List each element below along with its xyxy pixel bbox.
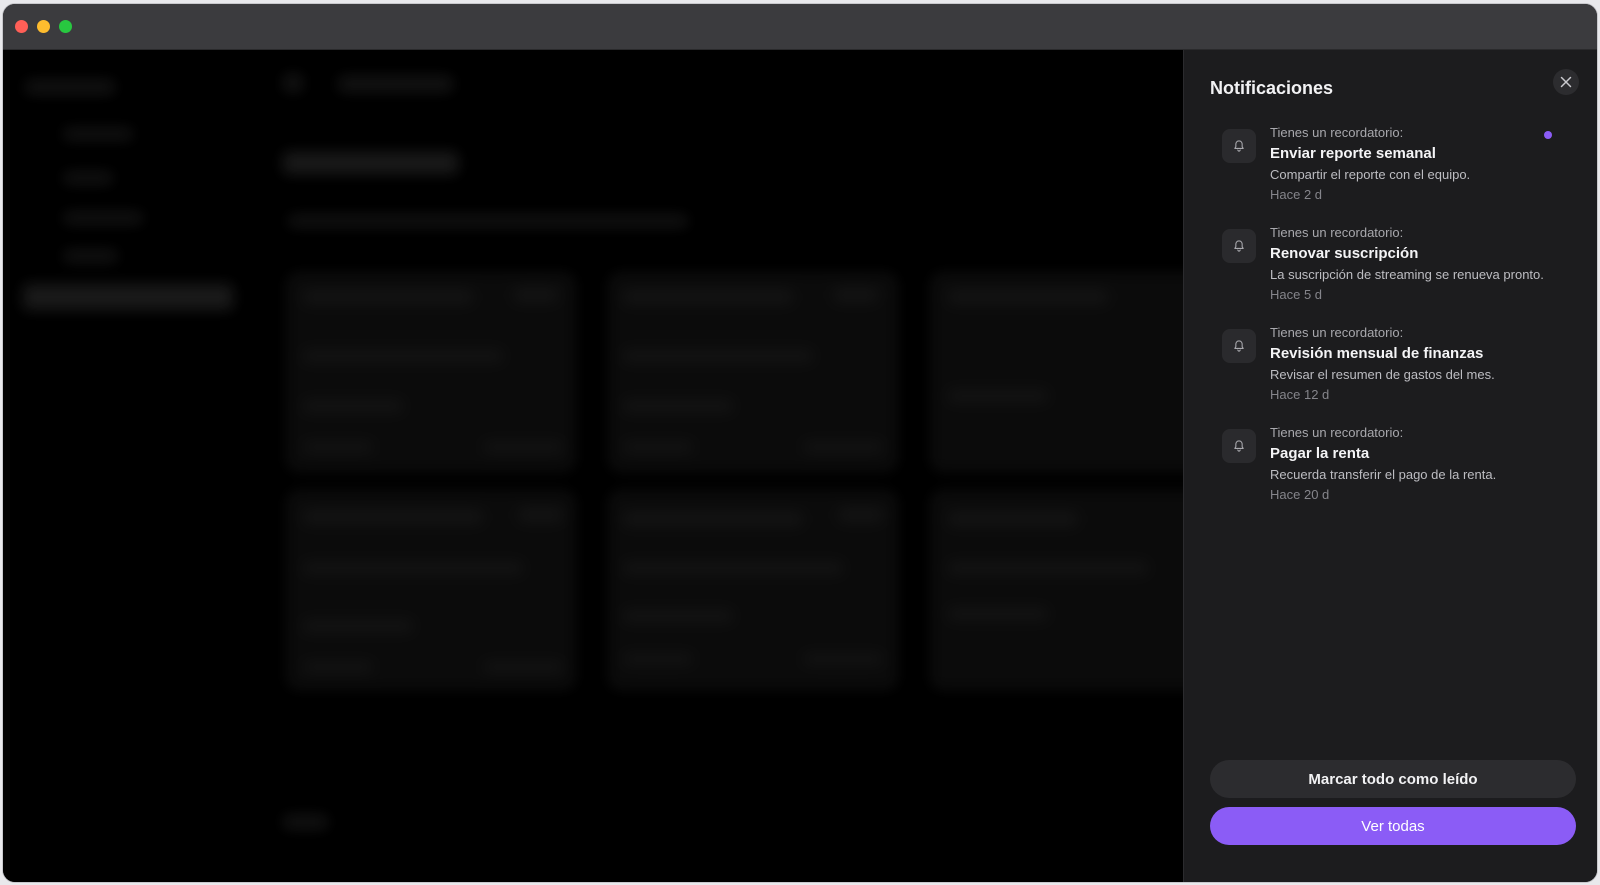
mark-all-read-button[interactable]: Marcar todo como leído — [1210, 760, 1576, 798]
notification-time: Hace 20 d — [1270, 487, 1330, 502]
view-all-button[interactable]: Ver todas — [1210, 807, 1576, 845]
close-icon — [1560, 76, 1572, 88]
unread-indicator — [1544, 131, 1552, 139]
notification-title: Pagar la renta — [1270, 445, 1370, 462]
notification-icon-box — [1222, 229, 1256, 263]
notification-time: Hace 12 d — [1270, 387, 1330, 402]
notification-item[interactable]: Tienes un recordatorio: Renovar suscripc… — [1222, 225, 1582, 311]
panel-title: Notificaciones — [1210, 78, 1334, 98]
notification-prefix: Tienes un recordatorio: — [1270, 225, 1404, 240]
app-window: Notificaciones Tienes un recordatorio: E… — [3, 4, 1597, 882]
notifications-panel: Notificaciones Tienes un recordatorio: E… — [1183, 50, 1597, 882]
notification-time: Hace 2 d — [1270, 187, 1323, 202]
notification-title: Revisión mensual de finanzas — [1270, 345, 1484, 362]
notification-icon-box — [1222, 329, 1256, 363]
window-minimize-button[interactable] — [37, 20, 50, 33]
notification-title: Renovar suscripción — [1270, 245, 1419, 262]
notification-body: Revisar el resumen de gastos del mes. — [1270, 367, 1495, 382]
notification-item[interactable]: Tienes un recordatorio: Revisión mensual… — [1222, 325, 1582, 411]
bell-icon — [1234, 140, 1244, 152]
bell-icon — [1234, 240, 1244, 252]
notification-body: Compartir el reporte con el equipo. — [1270, 167, 1471, 182]
notification-item[interactable]: Tienes un recordatorio: Enviar reporte s… — [1222, 125, 1582, 211]
notification-body: La suscripción de streaming se renueva p… — [1270, 267, 1544, 282]
notification-prefix: Tienes un recordatorio: — [1270, 125, 1404, 140]
notification-item[interactable]: Tienes un recordatorio: Pagar la renta R… — [1222, 425, 1582, 511]
close-button[interactable] — [1553, 69, 1579, 95]
bell-icon — [1234, 340, 1244, 352]
notification-title: Enviar reporte semanal — [1270, 145, 1436, 162]
notification-prefix: Tienes un recordatorio: — [1270, 425, 1404, 440]
window-zoom-button[interactable] — [59, 20, 72, 33]
notification-prefix: Tienes un recordatorio: — [1270, 325, 1404, 340]
notification-icon-box — [1222, 129, 1256, 163]
notification-time: Hace 5 d — [1270, 287, 1323, 302]
notification-body: Recuerda transferir el pago de la renta. — [1270, 467, 1497, 482]
blurred-background — [3, 50, 1183, 882]
bell-icon — [1234, 440, 1244, 452]
title-bar — [3, 4, 1597, 50]
window-close-button[interactable] — [15, 20, 28, 33]
blurred-app-content — [3, 50, 1183, 882]
notification-icon-box — [1222, 429, 1256, 463]
